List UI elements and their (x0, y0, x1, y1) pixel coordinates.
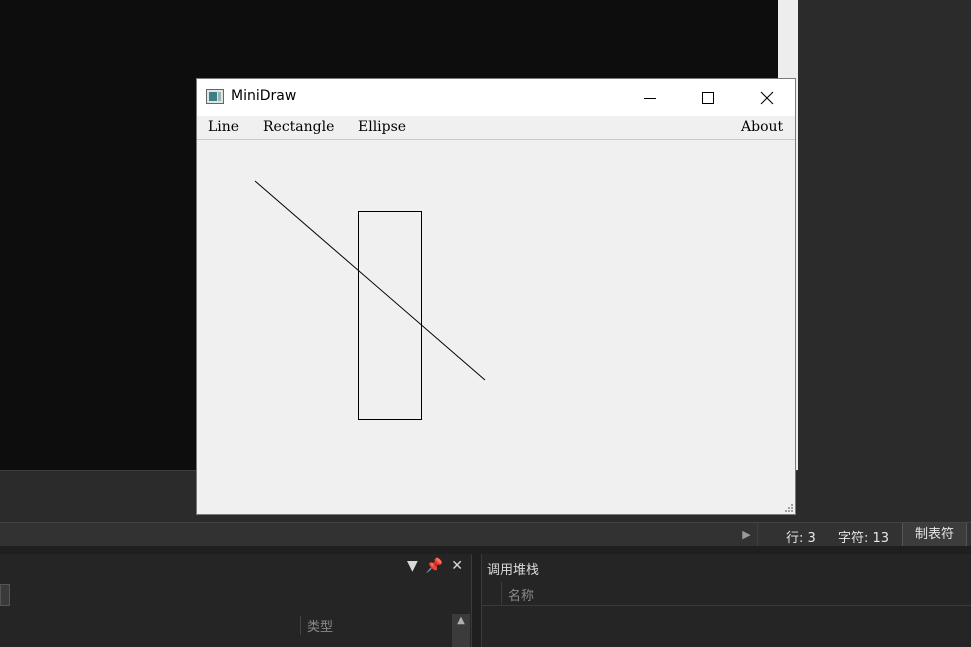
call-stack-panel: 调用堆栈 名称 (481, 554, 971, 647)
close-icon (760, 91, 774, 104)
panel-dropdown[interactable] (0, 584, 10, 606)
status-tabs[interactable]: 制表符 (902, 523, 968, 546)
ide-right-panel (798, 0, 971, 522)
minimize-button[interactable] (621, 79, 679, 116)
maximize-button[interactable] (679, 79, 737, 116)
minimize-icon (644, 97, 656, 99)
status-column: 字符: 13 (838, 531, 890, 546)
column-header-type[interactable]: 类型 (300, 616, 333, 635)
menu-item-about[interactable]: About (741, 119, 783, 135)
drawing-canvas[interactable] (197, 141, 795, 514)
drawn-line (254, 180, 486, 381)
menu-bar: Line Rectangle Ellipse About (197, 116, 795, 140)
menu-item-rectangle[interactable]: Rectangle (263, 119, 334, 135)
app-window-icon (206, 89, 224, 104)
header-gutter (482, 582, 502, 606)
drawn-rectangle (358, 211, 422, 420)
window-title: MiniDraw (231, 88, 297, 104)
column-header-name[interactable]: 名称 (508, 585, 534, 604)
minidraw-window: MiniDraw Line Rectangle Ellipse About (196, 78, 796, 515)
title-bar[interactable]: MiniDraw (197, 79, 795, 116)
ide-status-bar: ▶ 行: 3 字符: 13 制表符 (0, 522, 971, 546)
panel-scrollbar[interactable]: ▲ (452, 614, 470, 647)
pin-icon[interactable]: 📌 (426, 558, 443, 574)
menu-item-line[interactable]: Line (208, 119, 239, 135)
call-stack-title: 调用堆栈 (487, 563, 540, 578)
status-line: 行: 3 (786, 531, 816, 546)
ide-bottom-area: ▼ 📌 ✕ 类型 ▲ 调用堆栈 名称 (0, 546, 971, 647)
status-arrow-icon[interactable]: ▶ (736, 523, 758, 546)
panel-controls: ▼ 📌 ✕ (407, 558, 463, 574)
close-button[interactable] (738, 79, 796, 116)
resize-grip-icon[interactable] (782, 501, 794, 513)
menu-item-ellipse[interactable]: Ellipse (358, 119, 406, 135)
dropdown-icon[interactable]: ▼ (407, 558, 418, 574)
ide-output-panel: ▼ 📌 ✕ 类型 ▲ (0, 554, 472, 647)
scroll-up-icon[interactable]: ▲ (452, 614, 470, 628)
close-icon[interactable]: ✕ (451, 558, 463, 574)
call-stack-header: 名称 (482, 582, 971, 606)
maximize-icon (702, 91, 714, 104)
